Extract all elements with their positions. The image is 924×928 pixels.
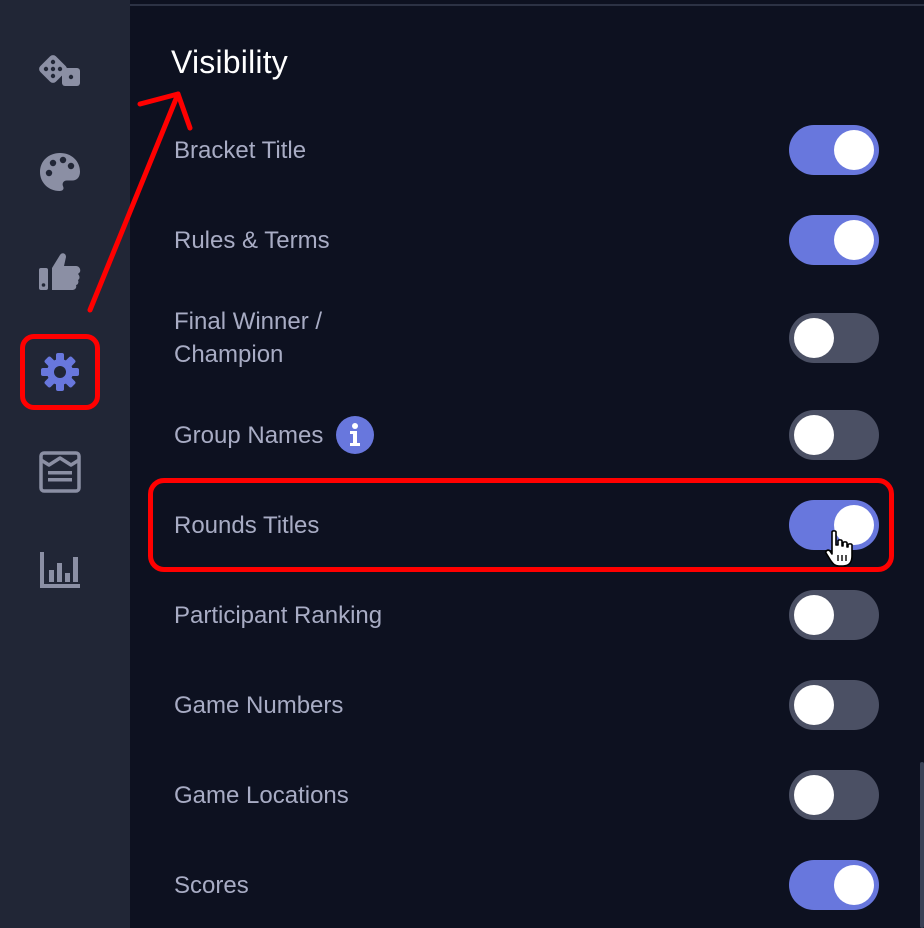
setting-row-bracket-title: Bracket Title [174,125,879,175]
toggle-knob [794,318,834,358]
sidebar-item-palette[interactable] [20,134,100,210]
setting-label-line1: Final Winner / [174,308,323,335]
toggle-knob [834,865,874,905]
setting-label-line2: Champion [174,341,284,368]
highlight-box [148,478,894,572]
setting-label: Group Names [174,421,324,449]
toggle-rules-terms[interactable] [789,215,879,265]
app-window: Visibility Bracket Title Rules & Terms F… [0,0,924,928]
toggle-participant-ranking[interactable] [789,590,879,640]
setting-label: Participant Ranking [174,601,383,629]
sidebar-item-settings[interactable] [20,334,100,410]
scrollbar[interactable] [920,762,924,928]
toggle-knob [794,685,834,725]
sidebar [0,0,130,928]
divider [130,4,924,6]
setting-row-game-numbers: Game Numbers [174,680,879,730]
toggle-final-winner[interactable] [789,313,879,363]
sidebar-item-stats[interactable] [20,532,100,608]
setting-label: Game Locations [174,781,349,809]
setting-row-participant-ranking: Participant Ranking [174,590,879,640]
setting-row-game-locations: Game Locations [174,770,879,820]
toggle-knob [794,415,834,455]
sidebar-item-dice[interactable] [20,34,100,110]
sidebar-item-news[interactable] [20,434,100,510]
info-icon[interactable] [335,415,375,455]
toggle-game-locations[interactable] [789,770,879,820]
bar-chart-icon [40,552,80,588]
toggle-knob [794,775,834,815]
palette-icon [40,153,80,191]
toggle-group-names[interactable] [789,410,879,460]
setting-label: Rules & Terms [174,226,330,254]
toggle-scores[interactable] [789,860,879,910]
setting-label: Final Winner / Champion [174,305,322,371]
setting-label-wrap: Group Names [174,415,375,455]
setting-row-scores: Scores [174,860,879,910]
toggle-knob [794,595,834,635]
setting-label: Bracket Title [174,136,307,164]
dice-icon [39,55,80,86]
thumbs-up-icon [39,253,81,290]
toggle-knob [834,220,874,260]
sidebar-item-reviews[interactable] [20,234,100,310]
setting-row-group-names: Group Names [174,410,879,460]
toggle-knob [834,130,874,170]
hand-cursor-icon [825,530,853,567]
setting-row-final-winner: Final Winner / Champion [174,308,879,368]
settings-panel: Visibility Bracket Title Rules & Terms F… [130,0,924,928]
setting-label: Game Numbers [174,691,344,719]
gear-icon [41,353,79,391]
section-title: Visibility [171,44,288,80]
setting-row-rules-terms: Rules & Terms [174,215,879,265]
newspaper-icon [39,451,81,493]
toggle-game-numbers[interactable] [789,680,879,730]
setting-label: Scores [174,871,249,899]
toggle-bracket-title[interactable] [789,125,879,175]
